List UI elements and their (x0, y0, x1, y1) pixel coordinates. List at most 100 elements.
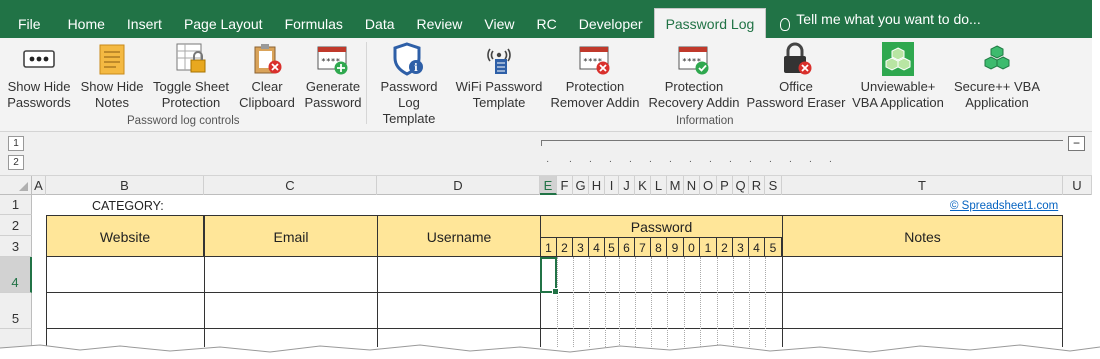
column-border (377, 257, 378, 347)
dotted-divider (684, 257, 685, 347)
row-header-5[interactable]: 5 (0, 293, 32, 329)
tab-review[interactable]: Review (406, 0, 474, 38)
row-header-4[interactable]: 4 (0, 257, 32, 293)
column-header-o[interactable]: O (700, 176, 717, 195)
dotted-divider (667, 257, 668, 347)
dotted-divider (765, 257, 766, 347)
password-digit-cell[interactable]: 0 (684, 237, 700, 257)
row-border (46, 328, 1063, 329)
tab-view[interactable]: View (473, 0, 525, 38)
header-email: Email (273, 229, 309, 245)
password-digit-cell[interactable]: 4 (749, 237, 765, 257)
svg-text:i: i (414, 63, 418, 74)
tab-developer[interactable]: Developer (568, 0, 654, 38)
outline-collapse-button[interactable]: − (1068, 136, 1085, 151)
tab-file[interactable]: File (0, 0, 57, 38)
clear-clipboard-button[interactable]: Clear Clipboard (236, 42, 298, 111)
row-header-1[interactable]: 1 (0, 195, 32, 215)
protection-remover-addin-button[interactable]: **** Protection Remover Addin (548, 42, 642, 111)
dotted-divider (733, 257, 734, 347)
toggle-sheet-protection-button[interactable]: Toggle Sheet Protection (150, 42, 232, 111)
outline-level-1-button[interactable]: 1 (8, 136, 24, 151)
tab-insert[interactable]: Insert (116, 0, 173, 38)
column-header-k[interactable]: K (635, 176, 651, 195)
column-header-q[interactable]: Q (733, 176, 749, 195)
generate-password-button[interactable]: **** Generate Password (302, 42, 364, 111)
tab-data[interactable]: Data (354, 0, 406, 38)
column-header-d[interactable]: D (377, 176, 540, 195)
password-digit-cell[interactable]: 1 (541, 237, 557, 257)
wifi-password-template-button[interactable]: WiFi Password Template (454, 42, 544, 111)
password-digit-cell[interactable]: 2 (717, 237, 733, 257)
tab-page-layout[interactable]: Page Layout (173, 0, 274, 38)
column-header-b[interactable]: B (46, 176, 204, 195)
secure-vba-button[interactable]: Secure++ VBA Application (950, 42, 1044, 111)
password-log-template-button[interactable]: i Password Log Template (368, 42, 450, 127)
outline-level-2-button[interactable]: 2 (8, 155, 24, 170)
password-add-icon: **** (317, 42, 349, 76)
column-header-j[interactable]: J (619, 176, 635, 195)
clipboard-clear-icon (251, 42, 283, 76)
column-header-l[interactable]: L (651, 176, 667, 195)
dotted-divider (651, 257, 652, 347)
toggle-sheet-protection-label: Toggle Sheet Protection (153, 79, 229, 110)
password-digit-cell[interactable]: 2 (557, 237, 573, 257)
password-log-template-label: Password Log Template (380, 79, 438, 126)
column-header-p[interactable]: P (717, 176, 733, 195)
group-label-information: Information (676, 115, 734, 127)
office-password-eraser-button[interactable]: Office Password Eraser (746, 42, 846, 111)
tab-rc[interactable]: RC (526, 0, 568, 38)
column-border (782, 257, 783, 347)
column-header-r[interactable]: R (749, 176, 765, 195)
outline-dots: · · · · · · · · · · · · · · · (546, 156, 833, 167)
show-hide-notes-button[interactable]: Show Hide Notes (78, 42, 146, 111)
tab-home[interactable]: Home (57, 0, 116, 38)
tab-password-log[interactable]: Password Log (653, 8, 767, 38)
password-digit-cell[interactable]: 9 (667, 237, 684, 257)
show-hide-passwords-button[interactable]: Show Hide Passwords (4, 42, 74, 111)
password-digit-cell[interactable]: 1 (700, 237, 717, 257)
password-digit-cell[interactable]: 7 (635, 237, 651, 257)
dotted-divider (573, 257, 574, 347)
column-header-t[interactable]: T (782, 176, 1063, 195)
column-header-c[interactable]: C (204, 176, 377, 195)
column-header-n[interactable]: N (684, 176, 700, 195)
protection-recovery-addin-button[interactable]: **** Protection Recovery Addin (646, 42, 742, 111)
padlock-remove-icon (780, 42, 812, 76)
password-digit-cell[interactable]: 5 (605, 237, 619, 257)
row-header-3[interactable]: 3 (0, 236, 32, 257)
dotted-divider (717, 257, 718, 347)
column-header-a[interactable]: A (32, 176, 46, 195)
dotted-divider (635, 257, 636, 347)
ribbon-tab-bar: File Home Insert Page Layout Formulas Da… (0, 0, 1092, 38)
column-header-g[interactable]: G (573, 176, 589, 195)
password-digit-cell[interactable]: 6 (619, 237, 635, 257)
unviewable-vba-label: Unviewable+ VBA Application (852, 79, 944, 110)
dotted-divider (605, 257, 606, 347)
select-all-corner[interactable] (0, 176, 32, 195)
spreadsheet1-link[interactable]: © Spreadsheet1.com (950, 200, 1058, 212)
password-digit-cell[interactable]: 8 (651, 237, 667, 257)
password-digit-cell[interactable]: 3 (733, 237, 749, 257)
column-header-i[interactable]: I (605, 176, 619, 195)
unviewable-vba-button[interactable]: Unviewable+ VBA Application (848, 42, 948, 111)
column-header-u[interactable]: U (1063, 176, 1092, 195)
column-header-f[interactable]: F (557, 176, 573, 195)
dotted-divider (619, 257, 620, 347)
tell-me-text: Tell me what you want to do... (796, 11, 981, 27)
column-header-e[interactable]: E (540, 176, 557, 195)
active-cell-e4[interactable] (540, 257, 559, 295)
clear-clipboard-label: Clear Clipboard (239, 79, 295, 110)
tell-me-search[interactable]: Tell me what you want to do... (766, 0, 981, 38)
torn-edge-decoration (0, 344, 1100, 359)
tab-formulas[interactable]: Formulas (274, 0, 354, 38)
column-header-s[interactable]: S (765, 176, 782, 195)
password-digit-cell[interactable]: 4 (589, 237, 605, 257)
column-header-m[interactable]: M (667, 176, 684, 195)
dotted-divider (589, 257, 590, 347)
row-header-2[interactable]: 2 (0, 215, 32, 236)
password-digit-cell[interactable]: 3 (573, 237, 589, 257)
column-header-h[interactable]: H (589, 176, 605, 195)
notes-icon (96, 42, 128, 76)
password-digit-cell[interactable]: 5 (765, 237, 782, 257)
